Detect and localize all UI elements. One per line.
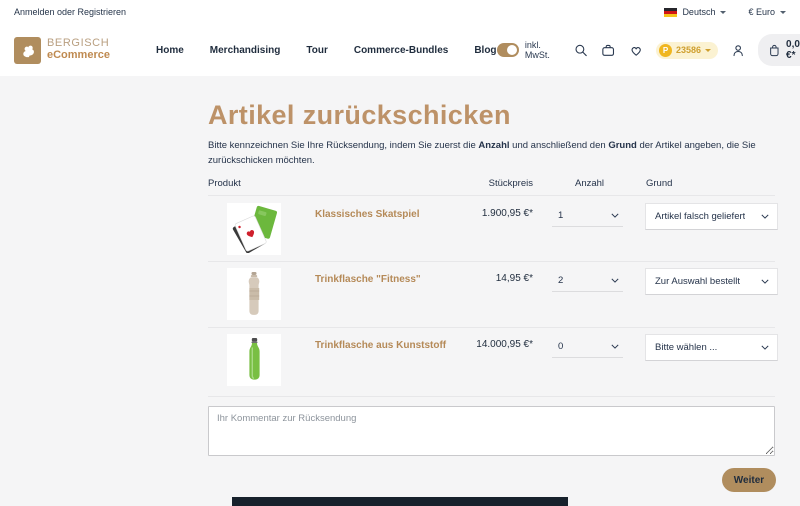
continue-button[interactable]: Weiter xyxy=(722,468,776,492)
product-image-plastic-bottle[interactable] xyxy=(227,334,281,386)
chevron-down-icon xyxy=(611,344,619,349)
quantity-select[interactable]: 1 xyxy=(552,205,623,227)
account-icon[interactable] xyxy=(731,42,745,59)
table-row: Klassisches Skatspiel 1.900,95 €* 1 Arti… xyxy=(208,197,775,262)
nav-merchandising[interactable]: Merchandising xyxy=(210,45,281,56)
top-bar: Anmelden oder Registrieren Deutsch € Eur… xyxy=(0,0,800,24)
chevron-down-icon xyxy=(780,11,786,14)
chevron-down-icon xyxy=(705,49,711,52)
cart-button[interactable]: 0,00 €* xyxy=(758,34,800,66)
vat-toggle[interactable] xyxy=(497,43,519,57)
unit-price: 1.900,95 €* xyxy=(482,208,533,219)
language-select[interactable]: Deutsch xyxy=(664,7,726,17)
product-image-fitness-bottle[interactable] xyxy=(227,268,281,320)
page-title: Artikel zurückschicken xyxy=(208,100,511,131)
logo-line2: eCommerce xyxy=(47,50,110,62)
unit-price: 14,95 €* xyxy=(496,273,533,284)
shopping-bag-icon xyxy=(769,43,780,58)
chevron-down-icon xyxy=(761,279,769,284)
reason-select[interactable]: Bitte wählen ... xyxy=(645,334,778,361)
table-row: Trinkflasche aus Kunststoff 14.000,95 €*… xyxy=(208,328,775,397)
unit-price: 14.000,95 €* xyxy=(476,339,533,350)
intro-text: Bitte kennzeichnen Sie Ihre Rücksendung,… xyxy=(208,139,780,168)
footer-top-bar xyxy=(232,497,568,506)
chevron-down-icon xyxy=(761,345,769,350)
column-header-price: Stückpreis xyxy=(489,178,533,189)
product-link[interactable]: Trinkflasche "Fitness" xyxy=(315,274,421,285)
return-comment-input[interactable] xyxy=(208,406,775,456)
nav-blog[interactable]: Blog xyxy=(474,45,496,56)
product-link[interactable]: Klassisches Skatspiel xyxy=(315,209,420,220)
nav-tour[interactable]: Tour xyxy=(306,45,327,56)
points-coin-icon: P xyxy=(659,44,672,57)
chevron-down-icon xyxy=(611,213,619,218)
currency-select[interactable]: € Euro xyxy=(748,7,786,17)
wishlist-heart-icon[interactable] xyxy=(629,42,643,59)
chevron-down-icon xyxy=(761,214,769,219)
column-header-reason: Grund xyxy=(646,178,672,189)
points-value: 23586 xyxy=(676,45,701,55)
table-row: Trinkflasche "Fitness" 14,95 €* 2 Zur Au… xyxy=(208,262,775,328)
column-header-quantity: Anzahl xyxy=(575,178,604,189)
loyalty-points-badge[interactable]: P 23586 xyxy=(656,42,718,59)
product-image-skatspiel[interactable] xyxy=(227,203,281,255)
vat-toggle-label: inkl. MwSt. xyxy=(525,40,561,60)
search-icon[interactable] xyxy=(574,42,588,59)
column-header-product: Produkt xyxy=(208,178,241,189)
language-label: Deutsch xyxy=(682,7,715,17)
product-link[interactable]: Trinkflasche aus Kunststoff xyxy=(315,340,446,351)
cart-total: 0,00 €* xyxy=(786,39,800,61)
lion-crest-icon xyxy=(14,37,41,64)
main-header: BERGISCH eCommerce Home Merchandising To… xyxy=(0,24,800,76)
main-navigation: Home Merchandising Tour Commerce-Bundles… xyxy=(156,45,497,56)
reason-select[interactable]: Artikel falsch geliefert xyxy=(645,203,778,230)
login-register-link[interactable]: Anmelden oder Registrieren xyxy=(14,7,126,17)
currency-label: € Euro xyxy=(748,7,775,17)
return-items-table: Klassisches Skatspiel 1.900,95 €* 1 Arti… xyxy=(208,197,775,397)
table-header: Produkt Stückpreis Anzahl Grund xyxy=(208,178,775,196)
reason-select[interactable]: Zur Auswahl bestellt xyxy=(645,268,778,295)
chevron-down-icon xyxy=(720,11,726,14)
quantity-select[interactable]: 2 xyxy=(552,270,623,292)
quantity-select[interactable]: 0 xyxy=(552,336,623,358)
briefcase-icon[interactable] xyxy=(601,42,615,59)
chevron-down-icon xyxy=(611,278,619,283)
nav-commerce-bundles[interactable]: Commerce-Bundles xyxy=(354,45,448,56)
nav-home[interactable]: Home xyxy=(156,45,184,56)
shop-logo[interactable]: BERGISCH eCommerce xyxy=(14,37,110,64)
german-flag-icon xyxy=(664,8,677,17)
